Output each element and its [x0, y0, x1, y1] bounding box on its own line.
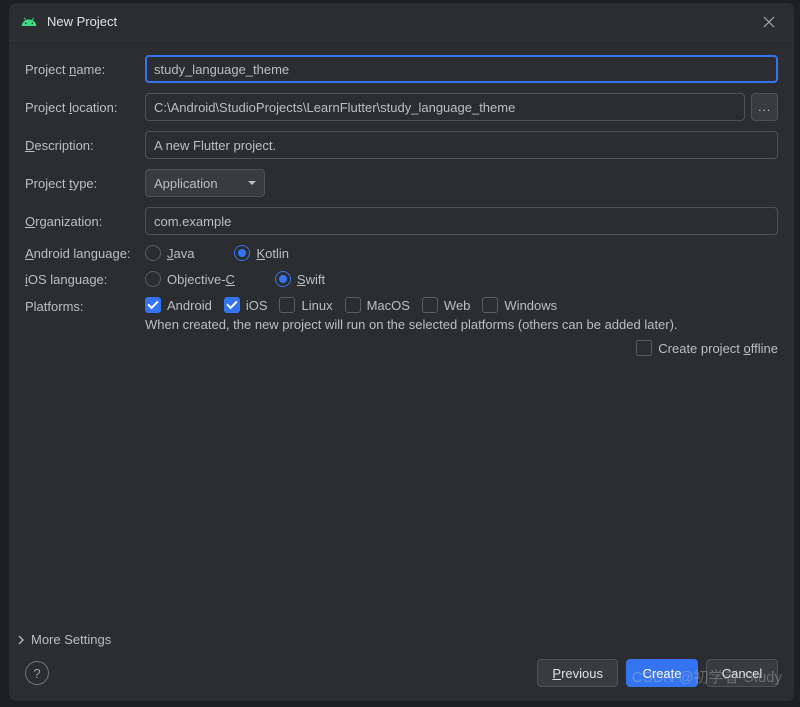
ios-lang-objc-radio[interactable]: Objective-C: [145, 271, 235, 287]
checkbox-icon: [345, 297, 361, 313]
project-location-input[interactable]: [145, 93, 745, 121]
platform-android-checkbox[interactable]: Android: [145, 297, 212, 313]
organization-input[interactable]: [145, 207, 778, 235]
radio-icon: [145, 245, 161, 261]
titlebar: New Project: [9, 3, 794, 41]
project-type-label: Project type:: [25, 176, 145, 191]
platform-web-checkbox[interactable]: Web: [422, 297, 471, 313]
project-type-select[interactable]: Application: [145, 169, 265, 197]
more-settings-toggle[interactable]: More Settings: [15, 632, 794, 647]
project-name-label: Project name:: [25, 62, 145, 77]
organization-label: Organization:: [25, 214, 145, 229]
radio-icon: [145, 271, 161, 287]
checkbox-icon: [145, 297, 161, 313]
radio-icon: [234, 245, 250, 261]
platform-windows-checkbox[interactable]: Windows: [482, 297, 557, 313]
checkbox-icon: [482, 297, 498, 313]
checkbox-icon: [279, 297, 295, 313]
form-content: Project name: Project location: ... Desc…: [9, 41, 794, 624]
checkbox-icon: [422, 297, 438, 313]
browse-location-button[interactable]: ...: [751, 93, 778, 121]
platform-macos-checkbox[interactable]: MacOS: [345, 297, 410, 313]
description-label: Description:: [25, 138, 145, 153]
ios-lang-swift-radio[interactable]: Swift: [275, 271, 325, 287]
platform-linux-checkbox[interactable]: Linux: [279, 297, 332, 313]
platform-ios-checkbox[interactable]: iOS: [224, 297, 268, 313]
dialog-footer: ? Previous Create Cancel: [9, 659, 794, 701]
new-project-dialog: New Project Project name: Project locati…: [8, 2, 795, 702]
create-offline-checkbox[interactable]: Create project offline: [636, 340, 778, 356]
android-icon: [21, 14, 37, 30]
project-location-label: Project location:: [25, 100, 145, 115]
project-name-input[interactable]: [145, 55, 778, 83]
description-input[interactable]: [145, 131, 778, 159]
android-lang-kotlin-radio[interactable]: Kotlin: [234, 245, 289, 261]
checkbox-icon: [636, 340, 652, 356]
create-button[interactable]: Create: [626, 659, 698, 687]
android-lang-java-radio[interactable]: Java: [145, 245, 194, 261]
radio-icon: [275, 271, 291, 287]
help-button[interactable]: ?: [25, 661, 49, 685]
close-icon: [763, 16, 775, 28]
close-button[interactable]: [756, 9, 782, 35]
chevron-right-icon: [15, 634, 27, 646]
checkbox-icon: [224, 297, 240, 313]
platforms-note: When created, the new project will run o…: [145, 317, 778, 332]
platforms-label: Platforms:: [25, 297, 145, 314]
previous-button[interactable]: Previous: [537, 659, 618, 687]
ios-language-label: iOS language:: [25, 272, 145, 287]
android-language-label: Android language:: [25, 246, 145, 261]
cancel-button[interactable]: Cancel: [706, 659, 778, 687]
dialog-title: New Project: [47, 14, 756, 29]
